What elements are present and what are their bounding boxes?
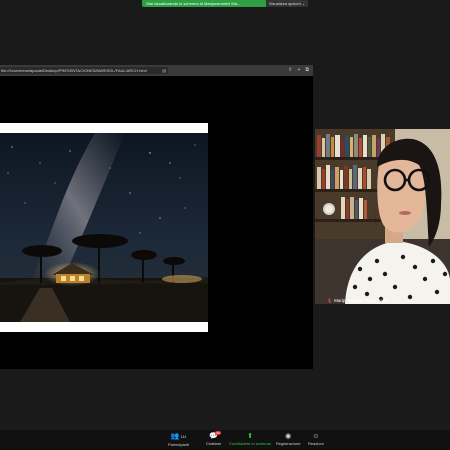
participant-video[interactable]: 🎙 Mariposmartini Maria Paula	[315, 129, 450, 304]
view-options-button[interactable]: Visualizza opzioni ⌄	[266, 0, 308, 7]
reactions-icon: ☺	[312, 433, 320, 440]
browser-toolbar: ⇧ + ⧉	[288, 67, 309, 74]
chat-icon: 💬 60	[209, 431, 221, 440]
record-button[interactable]: ◉ Registrazione	[276, 432, 300, 446]
reactions-label: Reazioni	[308, 441, 324, 446]
chat-button[interactable]: 💬 60 Chattare	[206, 431, 222, 446]
participants-icon: 👥144	[170, 433, 187, 440]
participant-video-feed	[315, 129, 450, 304]
meeting-window: Stai visualizzando lo schermo di Maripos…	[0, 0, 450, 450]
screen-share-banner: Stai visualizzando lo schermo di Maripos…	[142, 0, 308, 7]
share-screen-label: Condividere lo schermo	[229, 441, 272, 446]
share-icon[interactable]: ⇧	[288, 67, 292, 74]
night-sky-safari-photo	[0, 133, 208, 322]
tabs-icon[interactable]: ⧉	[305, 67, 309, 74]
new-tab-icon[interactable]: +	[298, 67, 301, 74]
share-screen-button[interactable]: ⬆ Condividere lo schermo	[229, 432, 271, 446]
record-icon: ◉	[285, 433, 292, 440]
participants-count: 144	[180, 435, 187, 439]
meeting-toolbar: 👥144 Partecipanti 💬 60 Chattare ⬆ Condivi…	[0, 430, 450, 450]
url-field[interactable]: file:///Users/mariapaula/Desktop/PRESENT…	[0, 67, 168, 74]
mic-muted-icon: 🎙	[327, 298, 333, 303]
chat-label: Chattare	[206, 441, 222, 446]
participant-name-label: 🎙 Mariposmartini Maria Paula	[327, 298, 389, 303]
share-banner-text: Stai visualizzando lo schermo di Maripos…	[146, 1, 241, 6]
reader-icon[interactable]: ▤	[162, 68, 166, 73]
chat-badge: 60	[215, 431, 221, 435]
record-label: Registrazione	[276, 441, 301, 446]
shared-browser-window: file:///Users/mariapaula/Desktop/PRESENT…	[0, 65, 313, 369]
participant-name: Mariposmartini Maria Paula	[334, 298, 389, 303]
participants-button[interactable]: 👥144 Partecipanti	[168, 432, 189, 447]
address-bar: file:///Users/mariapaula/Desktop/PRESENT…	[0, 65, 313, 76]
reactions-button[interactable]: ☺ Reazioni	[308, 432, 324, 446]
url-text: file:///Users/mariapaula/Desktop/PRESENT…	[1, 68, 147, 73]
participants-label: Partecipanti	[168, 442, 190, 447]
presentation-slide	[0, 123, 208, 332]
share-screen-icon: ⬆	[247, 433, 253, 440]
